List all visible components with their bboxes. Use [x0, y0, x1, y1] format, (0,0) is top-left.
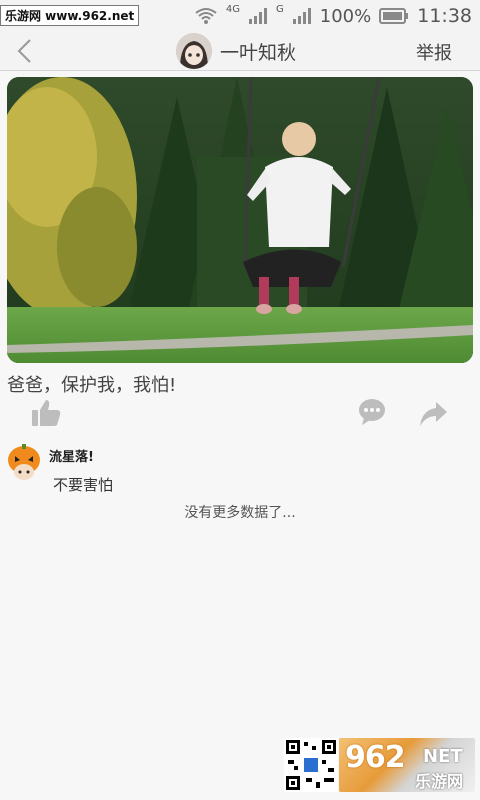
top-app-bar: 一叶知秋 举报 [0, 32, 480, 71]
qr-code-icon [284, 738, 338, 792]
post-caption: 爸爸，保护我，我怕! [7, 375, 177, 396]
battery-icon [379, 8, 409, 24]
brand-logo: 962 NET 乐游网 [339, 738, 475, 792]
qr-code [284, 738, 338, 792]
comment-author[interactable]: 流星落! [49, 446, 94, 465]
network-type-4g: 4G [225, 3, 241, 15]
network-type-g: G [276, 3, 284, 15]
girl-on-swing-photo [7, 77, 473, 363]
list-end-message: 没有更多数据了... [184, 505, 296, 521]
brand-suffix: NET [423, 746, 463, 767]
back-button[interactable] [10, 36, 40, 66]
author-info[interactable]: 一叶知秋 [176, 32, 296, 70]
site-watermark: 乐游网 www.962.net [0, 5, 140, 26]
brand-site-name: 乐游网 [415, 772, 464, 791]
author-name[interactable]: 一叶知秋 [220, 38, 296, 65]
commenter-avatar[interactable] [7, 444, 41, 480]
report-button[interactable]: 举报 [416, 39, 452, 65]
pumpkin-avatar-icon [8, 444, 40, 480]
status-bar: 乐游网 www.962.net 4G G 100% 11:38 [0, 0, 480, 32]
share-arrow-icon [420, 402, 447, 426]
battery-percent: 100% [319, 5, 372, 27]
clock: 11:38 [417, 5, 472, 27]
anime-girl-avatar-icon [176, 33, 212, 69]
chevron-left-icon [17, 39, 31, 63]
author-avatar[interactable] [176, 33, 212, 69]
post-image[interactable] [7, 77, 473, 363]
wifi-icon [195, 8, 217, 24]
comment-button[interactable] [358, 398, 386, 426]
like-button[interactable] [30, 398, 62, 428]
signal-icon-2 [292, 8, 311, 24]
signal-icon [249, 8, 268, 24]
status-right: 4G G 100% 11:38 [194, 3, 472, 27]
share-button[interactable] [418, 398, 448, 428]
comment-text: 不要害怕 [53, 476, 114, 494]
chat-bubble-icon [359, 399, 385, 425]
thumbs-up-icon [32, 400, 61, 426]
brand-number: 962 [345, 740, 406, 775]
